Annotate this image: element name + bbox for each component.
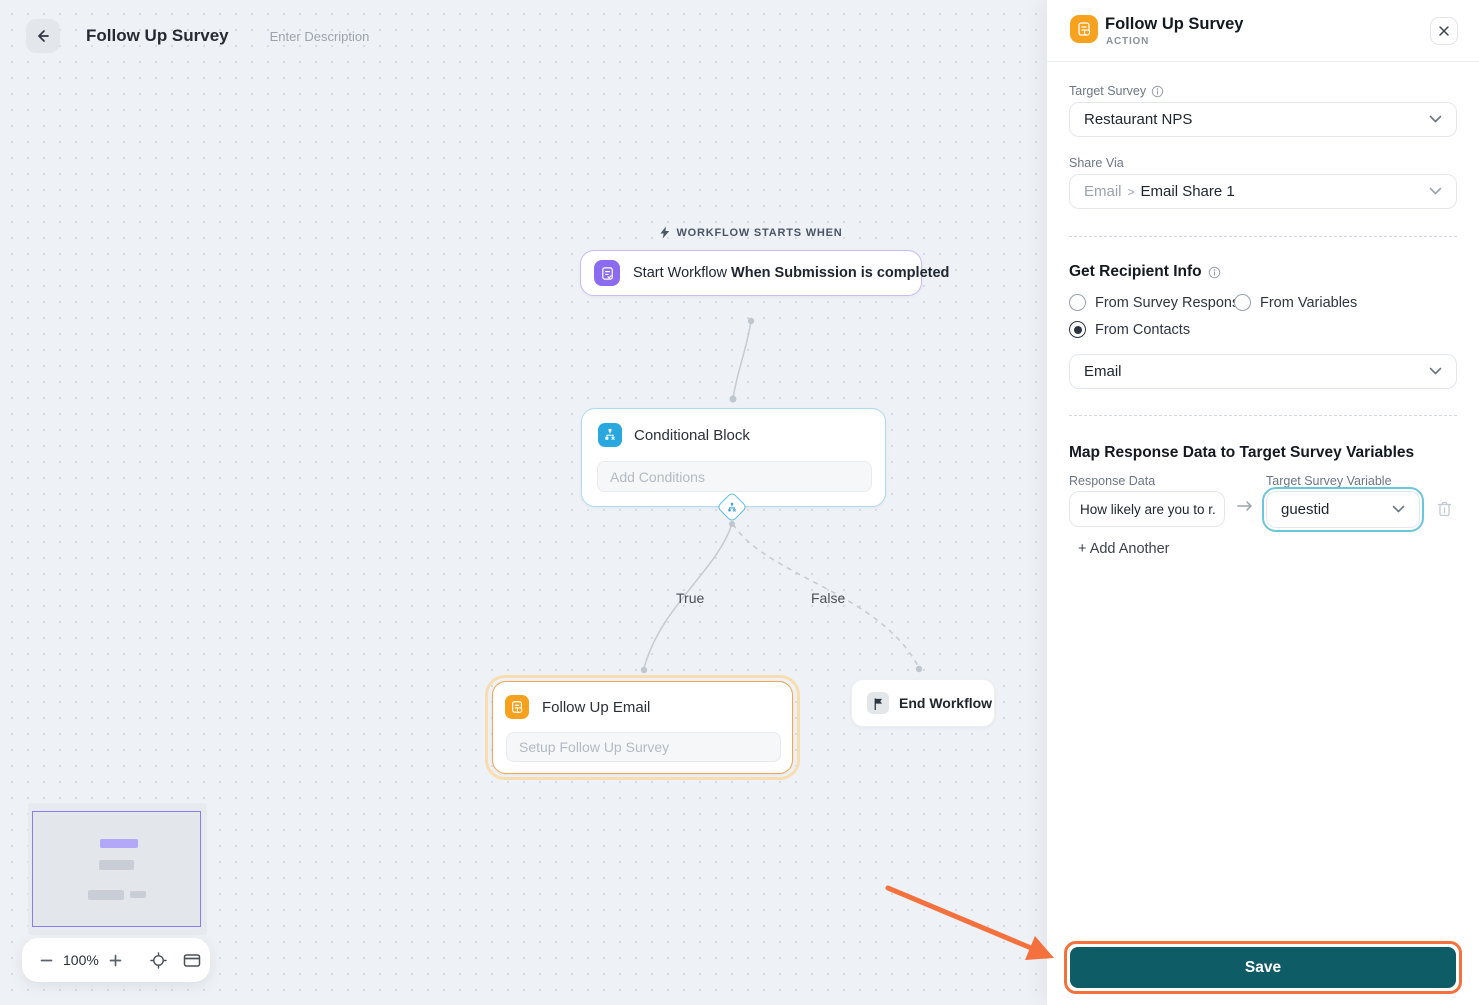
- section-divider: [1069, 415, 1457, 416]
- radio-circle-checked[interactable]: [1069, 321, 1086, 338]
- minimap-node-selected: [100, 839, 138, 848]
- end-node-title: End Workflow: [899, 695, 993, 711]
- followup-node-title: Follow Up Email: [542, 698, 651, 716]
- delete-mapping-button[interactable]: [1436, 500, 1453, 521]
- trash-icon: [1437, 501, 1452, 517]
- branch-false-label: False: [811, 590, 846, 606]
- back-button[interactable]: [26, 19, 60, 53]
- share-via-select[interactable]: Email > Email Share 1: [1069, 174, 1457, 209]
- flag-icon: [867, 692, 889, 714]
- workflow-title: Follow Up Survey: [86, 26, 229, 45]
- close-icon: [1439, 26, 1449, 36]
- crosshair-icon: [150, 951, 167, 969]
- map-arrow-icon: [1236, 499, 1254, 518]
- radio-from-survey-response[interactable]: From Survey Response: [1069, 294, 1247, 311]
- info-icon: [1151, 85, 1164, 97]
- target-survey-label: Target Survey: [1069, 84, 1164, 98]
- save-button[interactable]: Save: [1070, 947, 1456, 988]
- mapping-heading: Map Response Data to Target Survey Varia…: [1069, 444, 1415, 461]
- panel-header: Follow Up Survey ACTION: [1047, 0, 1479, 62]
- conditional-node-title: Conditional Block: [634, 426, 750, 444]
- setup-follow-up-survey-input[interactable]: Setup Follow Up Survey: [506, 732, 781, 762]
- conditional-block-node[interactable]: Conditional Block Add Conditions: [581, 408, 886, 507]
- add-conditions-input[interactable]: Add Conditions: [597, 461, 872, 492]
- workflow-starts-when-caption: WORKFLOW STARTS WHEN: [659, 226, 842, 239]
- contact-field-select[interactable]: Email: [1069, 354, 1457, 389]
- locate-center-button[interactable]: [146, 948, 171, 973]
- action-config-panel: Follow Up Survey ACTION Target Survey Re…: [1047, 0, 1479, 1005]
- follow-up-email-node[interactable]: Follow Up Email Setup Follow Up Survey: [492, 681, 793, 774]
- chevron-down-icon: [1429, 367, 1442, 376]
- panel-type-badge: ACTION: [1106, 36, 1150, 47]
- share-via-label: Share Via: [1069, 156, 1124, 170]
- radio-from-contacts[interactable]: From Contacts: [1069, 321, 1190, 338]
- branch-icon: [728, 502, 736, 511]
- minimap-node: [99, 860, 134, 870]
- workflow-description-placeholder[interactable]: Enter Description: [270, 29, 370, 44]
- minimap-node: [130, 891, 146, 898]
- fit-screen-icon: [183, 953, 201, 967]
- start-node-label: Start Workflow When Submission is comple…: [633, 265, 950, 281]
- section-divider: [1069, 236, 1457, 237]
- start-workflow-node[interactable]: Start Workflow When Submission is comple…: [580, 250, 949, 296]
- share-value: Email Share 1: [1140, 183, 1235, 200]
- zoom-level: 100%: [63, 952, 99, 968]
- radio-circle[interactable]: [1069, 294, 1086, 311]
- workflow-canvas[interactable]: Follow Up Survey Enter Description WORKF…: [0, 0, 1047, 1005]
- close-panel-button[interactable]: [1430, 17, 1458, 45]
- add-another-button[interactable]: + Add Another: [1078, 541, 1170, 557]
- radio-from-variables[interactable]: From Variables: [1234, 294, 1357, 311]
- lightning-bolt-icon: [659, 226, 670, 239]
- survey-doc-icon: [594, 260, 620, 286]
- breadcrumb-separator: >: [1127, 184, 1135, 199]
- canvas-header: Follow Up Survey Enter Description: [26, 19, 369, 53]
- radio-circle[interactable]: [1234, 294, 1251, 311]
- share-channel: Email: [1084, 183, 1122, 200]
- chevron-down-icon: [1429, 187, 1442, 196]
- response-data-select[interactable]: How likely are you to r...: [1069, 491, 1225, 527]
- fit-view-button[interactable]: [179, 949, 205, 972]
- back-arrow-icon: [34, 27, 52, 45]
- end-workflow-node[interactable]: End Workflow: [851, 679, 995, 727]
- zoom-in-button[interactable]: [105, 950, 126, 971]
- target-variable-select[interactable]: guestid: [1262, 487, 1424, 532]
- chevron-down-icon: [1429, 115, 1442, 124]
- panel-title: Follow Up Survey: [1105, 15, 1244, 33]
- target-survey-select[interactable]: Restaurant NPS: [1069, 102, 1457, 137]
- minus-icon: [40, 959, 53, 961]
- zoom-out-button[interactable]: [36, 950, 57, 971]
- survey-email-icon: [505, 695, 529, 719]
- chevron-down-icon: [1392, 505, 1405, 514]
- branch-true-label: True: [676, 590, 705, 606]
- info-icon: [1208, 266, 1220, 278]
- minimap-node: [88, 890, 124, 900]
- target-variable-label: Target Survey Variable: [1266, 474, 1392, 488]
- survey-email-icon: [1070, 15, 1098, 43]
- canvas-zoom-toolbar: 100%: [22, 938, 210, 982]
- response-data-label: Response Data: [1069, 474, 1156, 488]
- minimap[interactable]: [28, 803, 207, 935]
- branch-icon: [598, 423, 622, 447]
- plus-icon: [109, 954, 122, 966]
- recipient-info-heading: Get Recipient Info: [1069, 263, 1221, 281]
